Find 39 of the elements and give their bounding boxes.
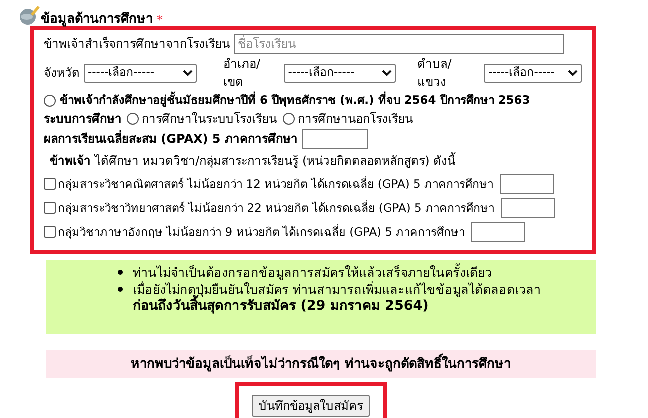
checkbox[interactable] [44, 178, 56, 190]
notice-text: ท่านไม่จำเป็นต้องกรอกข้อมูลการสมัครให้แล้วเสร็จภายในครั้งเดียว [133, 264, 492, 281]
gpax-field[interactable] [302, 129, 368, 150]
school-name-field[interactable]: ชื่อโรงเรียน [234, 34, 564, 54]
radio-button[interactable] [44, 94, 56, 107]
field-label: ข้าพเจ้าสำเร็จการศึกษาจากโรงเรียน [44, 36, 230, 53]
save-button[interactable]: บันทึกข้อมูลใบสมัคร [252, 394, 370, 417]
radio-button[interactable] [127, 113, 139, 126]
field-label: อำเภอ/เขต [223, 56, 262, 91]
warning-banner: หากพบว่าข้อมูลเป็นเท็จไม่ว่ากรณีใดๆ ท่านจะถูกตัดสิทธิ์ในการศึกษา [46, 350, 596, 378]
gpa-field[interactable] [500, 198, 554, 218]
field-label: จังหวัด [44, 65, 80, 82]
gpa-field[interactable] [471, 222, 526, 242]
chevron-icon [183, 70, 194, 76]
dropdown[interactable]: -----เลือก----- [284, 64, 396, 82]
option-label: การศึกษาในระบบโรงเรียน [142, 111, 277, 128]
checkbox-label: กลุ่มวิชาภาษาอังกฤษ ไม่น้อยกว่า 9 หน่วยกิต ได้เกรดเฉลี่ย (GPA) 5 ภาคการศึกษา [58, 224, 466, 241]
chevron-icon [382, 70, 392, 76]
dropdown[interactable]: -----เลือก----- [484, 64, 582, 82]
checkbox-label: กลุ่มสาระวิชาคณิตศาสตร์ ไม่น้อยกว่า 12 หน่วยกิต ได้เกรดเฉลี่ย (GPA) 5 ภาคการศึกษา [58, 176, 494, 193]
bullet-icon [118, 287, 123, 292]
dropdown[interactable]: -----เลือก----- [84, 64, 198, 82]
globe-pencil-icon [17, 4, 41, 26]
chevron-icon [568, 70, 578, 76]
checkbox-label: กลุ่มสาระวิชาวิทยาศาสตร์ ไม่น้อยกว่า 22 หน่วยกิต ได้เกรดเฉลี่ย (GPA) 5 ภาคการศึกษา [58, 200, 494, 217]
radio-button[interactable] [283, 113, 295, 126]
required-mark: * [157, 14, 163, 26]
field-label: ผลการเรียนเฉลี่ยสะสม (GPAX) 5 ภาคการศึกษา [44, 130, 298, 148]
notice-text: เมื่อยังไม่กดปุ่มยืนยันใบสมัคร ท่านสามารถเพิ่มและแก้ไขข้อมูลได้ตลอดเวลา [133, 281, 541, 298]
option-label: ข้าพเจ้ากำลังศึกษาอยู่ชั้นมัธยมศึกษาปีที่ 6 ปีพุทธศักราช (พ.ศ.) ที่จบ 2564 ปีการศึกษา 2563 [60, 92, 530, 110]
checkbox[interactable] [44, 226, 56, 238]
section-title: ข้อมูลด้านการศึกษา [41, 13, 153, 26]
field-label: ตำบล/แขวง [418, 56, 453, 91]
gpa-field[interactable] [500, 174, 554, 194]
field-label: ระบบการศึกษา [44, 111, 122, 128]
checkbox[interactable] [44, 202, 56, 214]
subjects-intro: ข้าพเจ้า ได้ศึกษา หมวดวิชา/กลุ่มสาระการเรียนรู้ (หน่วยกิตตลอดหลักสูตร) ดังนี้ [50, 152, 457, 170]
bullet-icon [118, 270, 123, 276]
option-label: การศึกษานอกโรงเรียน [298, 111, 413, 128]
